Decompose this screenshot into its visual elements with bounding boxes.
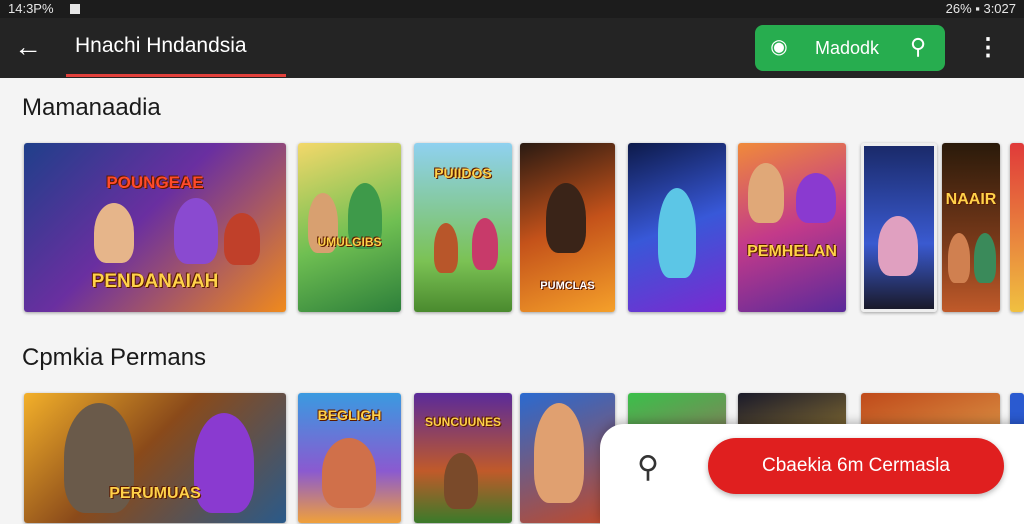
gamepad-icon: ◉ <box>770 36 788 58</box>
game-tile-2-title: UMULGIBS <box>317 235 382 249</box>
search-icon[interactable]: ⚲ <box>905 34 931 60</box>
game-tile-11-title: BEGLIGH <box>317 407 382 423</box>
app-bar: ← Hnachi Hndandsia ◉ Madodk ⚲ ⋮ <box>0 18 1024 78</box>
status-right: 26% ▪ 3:027 <box>945 1 1016 16</box>
page-title: Hnachi Hndandsia <box>75 34 247 57</box>
game-tile-9[interactable] <box>1010 143 1024 312</box>
section-title-1: Mamanaadia <box>22 94 161 121</box>
game-tile-1-top-title: POUNGEAE <box>106 173 204 192</box>
game-tile-6-title: PEMHELAN <box>747 243 837 260</box>
game-tile-1[interactable]: POUNGEAE PENDANAIAH <box>24 143 286 312</box>
status-left: 14:3P% <box>8 1 54 16</box>
search-chip-label: Madodk <box>815 38 880 58</box>
game-tile-10-title: PERUMUAS <box>109 485 201 502</box>
status-bar: 14:3P% 26% ▪ 3:027 <box>0 0 1024 18</box>
notification-icon <box>70 4 80 14</box>
game-tile-12-title: SUNCUUNES <box>424 415 501 429</box>
game-tile-5[interactable] <box>628 143 726 312</box>
more-vert-icon[interactable]: ⋮ <box>976 34 1000 64</box>
game-tile-3[interactable]: PUIIDOS <box>414 143 512 312</box>
game-tile-12[interactable]: SUNCUUNES <box>414 393 512 523</box>
arrow-back-icon[interactable]: ← <box>12 32 44 64</box>
game-tile-11[interactable]: BEGLIGH <box>298 393 401 523</box>
game-tile-2[interactable]: UMULGIBS <box>298 143 401 312</box>
cta-button[interactable]: Cbaekia 6m Cermasla <box>708 438 1004 494</box>
section-title-2: Cpmkia Permans <box>22 344 207 371</box>
search-icon[interactable]: ⚲ <box>630 450 666 486</box>
game-tile-10[interactable]: PERUMUAS <box>24 393 286 523</box>
tab-indicator <box>66 74 286 77</box>
game-tile-4-title: PUMCLAS <box>540 280 595 292</box>
game-tile-7[interactable] <box>861 143 937 312</box>
search-chip[interactable]: ◉ Madodk ⚲ <box>755 25 945 71</box>
game-tile-1-title: PENDANAIAH <box>91 271 219 292</box>
game-tile-4[interactable]: PUMCLAS <box>520 143 615 312</box>
game-tile-8-title: NAAIR <box>945 191 997 208</box>
bottom-action-card: ⚲ Cbaekia 6m Cermasla <box>600 424 1024 524</box>
game-tile-6[interactable]: PEMHELAN <box>738 143 846 312</box>
game-tile-8[interactable]: NAAIR <box>942 143 1000 312</box>
game-tile-3-title: PUIIDOS <box>434 165 492 181</box>
